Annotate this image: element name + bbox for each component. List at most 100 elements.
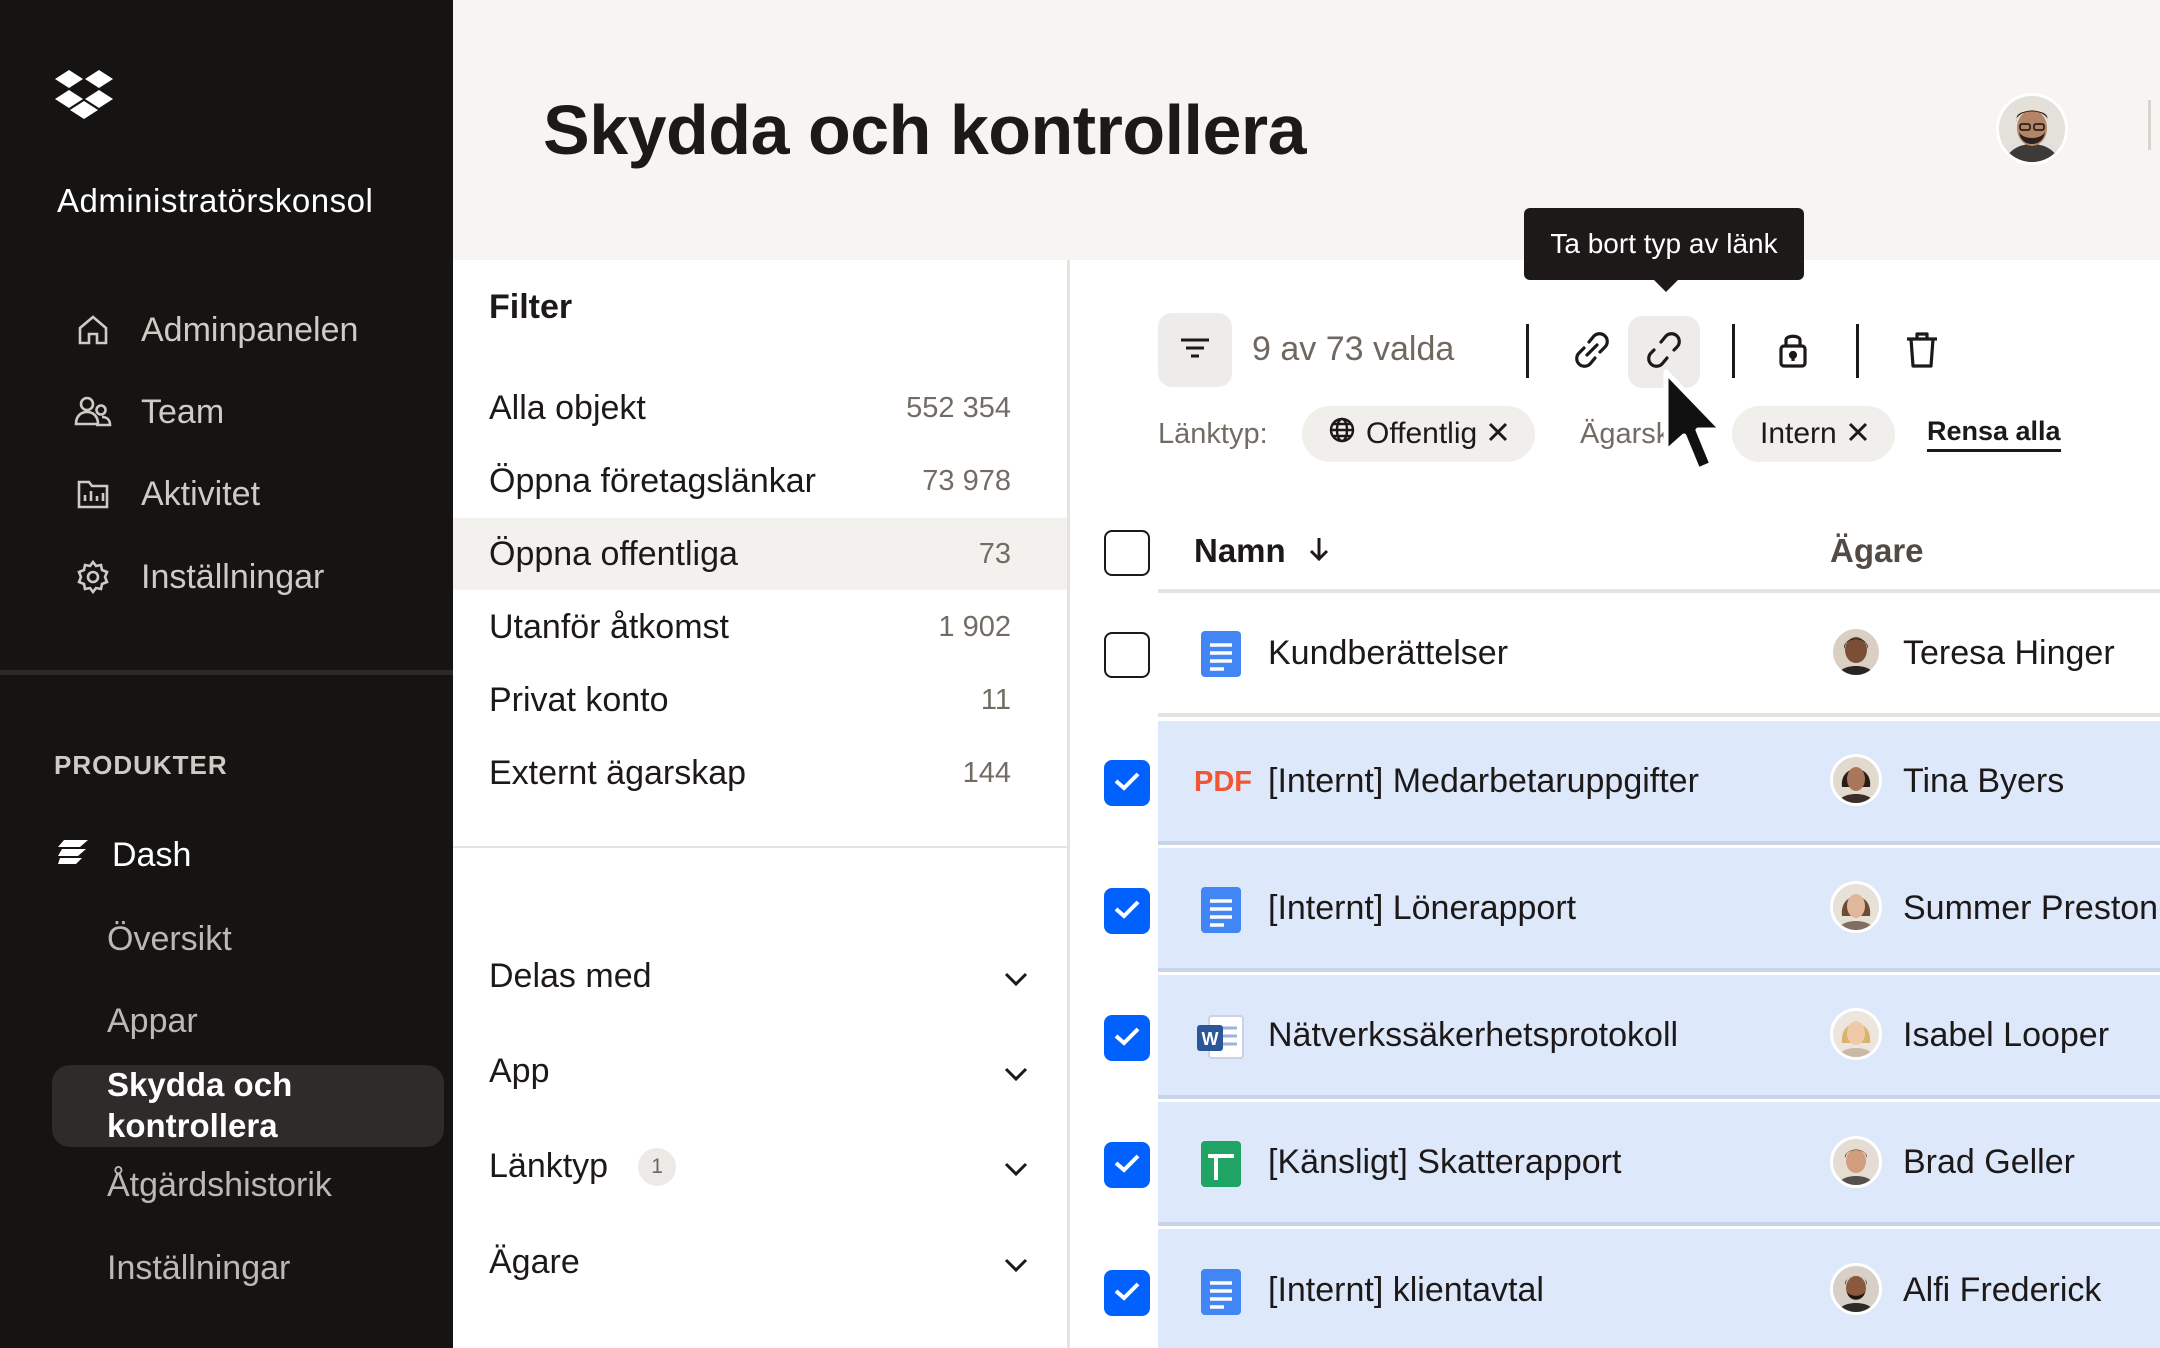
checkmark-icon: [1113, 1152, 1141, 1179]
nav-label: Adminpanelen: [141, 310, 359, 349]
checkmark-icon: [1113, 1025, 1141, 1052]
google-sheet-icon: [1193, 1139, 1249, 1189]
filter-divider: [453, 846, 1067, 848]
nav-label: Aktivitet: [141, 474, 261, 513]
accordion-label: Länktyp: [489, 1147, 609, 1185]
sub-item-appar[interactable]: Appar: [107, 1002, 198, 1041]
filter-utanfor-atkomst[interactable]: Utanför åtkomst 1 902: [453, 591, 1067, 663]
row-checkbox[interactable]: [1104, 1015, 1150, 1061]
owner-avatar: [1830, 1263, 1882, 1315]
chip-offentlig[interactable]: Offentlig: [1302, 406, 1536, 462]
gear-icon: [73, 557, 113, 597]
sub-item-atgardshistorik[interactable]: Åtgärdshistorik: [107, 1166, 332, 1205]
svg-text:W: W: [1202, 1029, 1219, 1049]
clear-all-link[interactable]: Rensa alla: [1927, 416, 2061, 452]
filter-oppna-offentliga[interactable]: Öppna offentliga 73: [453, 518, 1067, 590]
dash-icon: [58, 836, 90, 875]
owner-filter-label: Ägarskap:: [1580, 418, 1666, 450]
chevron-down-icon: [1003, 1147, 1029, 1186]
checkmark-icon: [1113, 1280, 1141, 1307]
row-checkbox[interactable]: [1104, 888, 1150, 934]
filter-privat-konto[interactable]: Privat konto 11: [453, 664, 1067, 736]
google-doc-icon: [1193, 1267, 1249, 1317]
sidebar: Administratörskonsol Adminpanelen Team A…: [0, 0, 453, 1348]
page-title: Skydda och kontrollera: [543, 91, 1307, 169]
accordion-lanktyp[interactable]: Länktyp 1: [489, 1147, 1029, 1186]
filter-count: 552 354: [906, 391, 1011, 424]
owner-name: Tina Byers: [1903, 762, 2065, 800]
link-type-label: Länktyp:: [1158, 418, 1268, 450]
filter-oppna-foretagslankar[interactable]: Öppna företagslänkar 73 978: [453, 445, 1067, 517]
sub-item-installningar[interactable]: Inställningar: [107, 1249, 290, 1288]
filter-label: Alla objekt: [489, 388, 646, 427]
nav-aktivitet[interactable]: Aktivitet: [73, 464, 260, 524]
column-header-owner[interactable]: Ägare: [1830, 532, 1924, 570]
file-name[interactable]: [Internt] Medarbetaruppgifter: [1268, 762, 1699, 801]
column-header-name[interactable]: Namn: [1194, 532, 1330, 570]
chip-intern[interactable]: Intern: [1732, 406, 1895, 462]
file-name[interactable]: Kundberättelser: [1268, 634, 1508, 673]
file-name[interactable]: Nätverkssäkerhetsprotokoll: [1268, 1016, 1678, 1055]
selected-count: 9 av 73 valda: [1252, 330, 1455, 368]
row-checkbox[interactable]: [1104, 1142, 1150, 1188]
close-icon[interactable]: [1487, 417, 1509, 451]
home-icon: [73, 310, 113, 350]
accordion-delas-med[interactable]: Delas med: [489, 957, 1029, 996]
accordion-label: Delas med: [489, 957, 652, 995]
owner-name: Summer Preston: [1903, 889, 2159, 927]
filter-count: 11: [980, 683, 1011, 716]
nav-installningar[interactable]: Inställningar: [73, 547, 324, 607]
link-button[interactable]: [1562, 322, 1622, 382]
google-doc-icon: [1193, 885, 1249, 935]
owner-name: Alfi Frederick: [1903, 1271, 2102, 1309]
delete-button[interactable]: [1892, 322, 1952, 382]
nav-team[interactable]: Team: [73, 382, 224, 442]
filter-label: Öppna offentliga: [489, 534, 738, 573]
word-doc-icon: W: [1193, 1012, 1249, 1062]
activity-icon: [73, 474, 113, 514]
owner-avatar: [1830, 754, 1882, 806]
filter-count: 73: [978, 537, 1011, 570]
sidebar-divider: [0, 670, 453, 675]
accordion-app[interactable]: App: [489, 1052, 1029, 1091]
filter-count: 1 902: [938, 610, 1011, 643]
close-icon[interactable]: [1847, 417, 1869, 451]
google-doc-icon: [1193, 629, 1249, 679]
filter-icon: [1178, 336, 1212, 365]
file-name[interactable]: [Internt] Lönerapport: [1268, 889, 1576, 928]
dropbox-logo-icon[interactable]: [55, 70, 113, 120]
row-checkbox[interactable]: [1104, 1270, 1150, 1316]
product-dash[interactable]: Dash: [58, 836, 191, 875]
owner-avatar: [1830, 881, 1882, 933]
nav-label: Inställningar: [141, 557, 325, 596]
tooltip-arrow: [1652, 278, 1680, 292]
file-name[interactable]: [Känsligt] Skatterapport: [1268, 1143, 1621, 1182]
toolbar-divider: [1526, 324, 1529, 378]
row-checkbox[interactable]: [1104, 760, 1150, 806]
lock-icon: [1777, 330, 1809, 375]
checkmark-icon: [1113, 770, 1141, 797]
sort-arrow-down-icon: [1308, 532, 1330, 570]
sub-item-oversikt[interactable]: Översikt: [107, 920, 232, 959]
chevron-down-icon: [1003, 957, 1029, 996]
filter-toggle-button[interactable]: [1158, 313, 1232, 387]
filter-alla-objekt[interactable]: Alla objekt 552 354: [453, 372, 1067, 444]
lock-button[interactable]: [1763, 322, 1823, 382]
sub-item-skydda[interactable]: Skydda och kontrollera: [107, 1064, 427, 1146]
user-avatar[interactable]: [1996, 93, 2068, 165]
nav-adminpanelen[interactable]: Adminpanelen: [73, 300, 358, 360]
file-name[interactable]: [Internt] klientavtal: [1268, 1271, 1544, 1310]
chip-label: Offentlig: [1366, 417, 1478, 450]
filter-externt-agarskap[interactable]: Externt ägarskap 144: [453, 737, 1067, 809]
owner-name: Teresa Hinger: [1903, 634, 2115, 672]
accordion-agare[interactable]: Ägare: [489, 1243, 1029, 1282]
accordion-label: Ägare: [489, 1243, 580, 1281]
row-checkbox[interactable]: [1104, 632, 1150, 678]
filter-count: 73 978: [922, 464, 1011, 497]
filter-panel: Filter Alla objekt 552 354 Öppna företag…: [453, 260, 1067, 1348]
select-all-checkbox[interactable]: [1104, 530, 1150, 576]
chevron-down-icon: [1003, 1243, 1029, 1282]
filter-label: Privat konto: [489, 680, 669, 719]
column-label: Namn: [1194, 532, 1286, 569]
console-title: Administratörskonsol: [57, 182, 374, 219]
